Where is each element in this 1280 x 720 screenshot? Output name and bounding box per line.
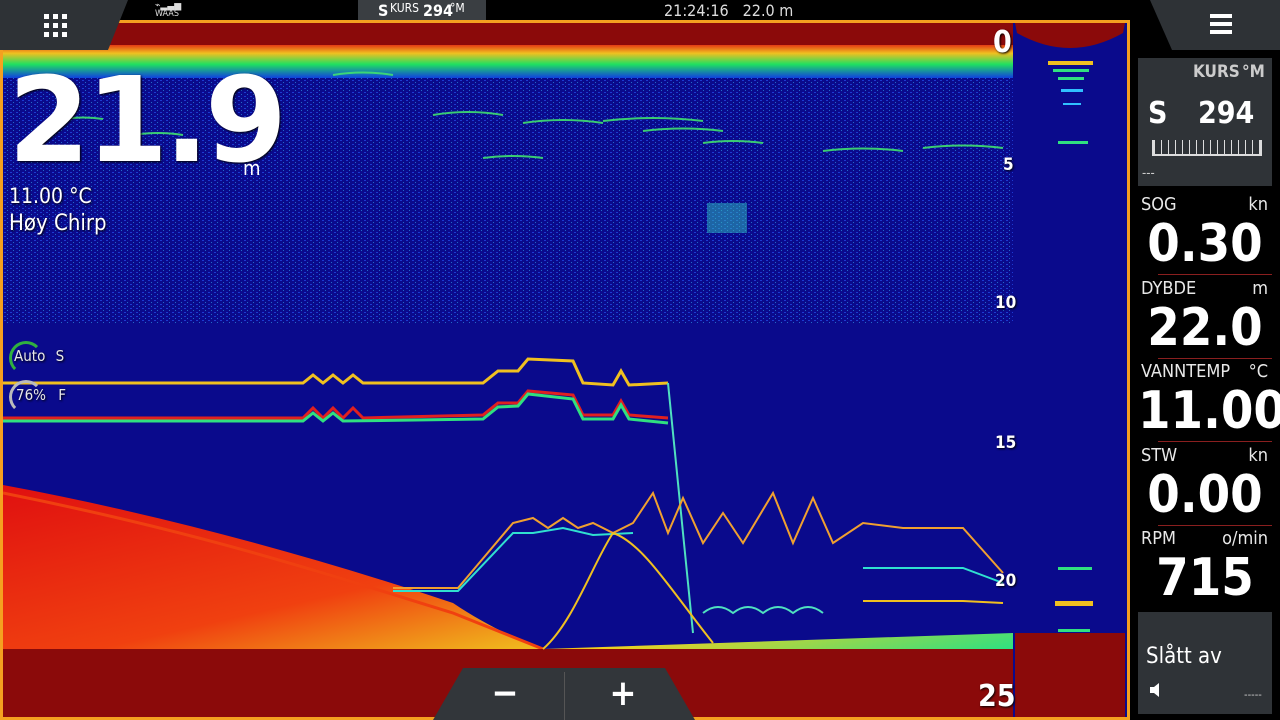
- zoom-in-button[interactable]: +: [573, 670, 673, 718]
- field-unit: kn: [1248, 445, 1268, 466]
- field-value: 22.0: [1147, 298, 1263, 358]
- depth-scale-25: 25: [978, 679, 1016, 714]
- heading-tape: [1152, 140, 1262, 156]
- gain-gauge-icon: [9, 341, 43, 375]
- depth-unit: m: [243, 156, 261, 180]
- heading-label: KURS: [390, 1, 420, 15]
- grid-icon: [44, 13, 67, 37]
- field-label: DYBDE: [1141, 278, 1197, 299]
- heading-box-ref: S: [1148, 96, 1168, 131]
- gps-status: ⌁▂▃▅ WAAS: [155, 1, 181, 19]
- field-divider: [1158, 274, 1272, 275]
- apps-button[interactable]: [0, 0, 128, 50]
- depth-status-readout: 22.0 m: [742, 1, 794, 20]
- time-readout: 21:24:16: [664, 1, 729, 20]
- field-unit: o/min: [1222, 528, 1268, 549]
- heading-readout-top: S KURS 294 °M: [358, 0, 486, 20]
- depth-scale-0: 0: [993, 25, 1012, 60]
- status-bar: [0, 0, 1280, 22]
- depth-scale-15: 15: [995, 433, 1017, 453]
- zoom-out-button[interactable]: −: [455, 670, 555, 718]
- field-label: RPM: [1141, 528, 1176, 549]
- alarm-dashes: -----: [1244, 688, 1262, 701]
- zoom-controls: − +: [433, 668, 695, 720]
- depth-scale-5: 5: [1003, 155, 1014, 175]
- frequency-mode: Høy Chirp: [9, 211, 107, 236]
- water-temp: 11.00 °C: [9, 184, 92, 208]
- depth-digital: 21.9: [8, 51, 287, 189]
- color-control[interactable]: 76% F: [9, 380, 67, 414]
- heading-box-label: KURS: [1193, 62, 1240, 82]
- field-label: STW: [1141, 445, 1178, 466]
- sonar-echogram[interactable]: 21.9 m 11.00 °C Høy Chirp Auto S 76% F 0…: [0, 20, 1130, 720]
- heading-value: 294: [423, 1, 454, 20]
- field-unit: m: [1252, 278, 1268, 299]
- field-label: SOG: [1141, 194, 1177, 215]
- field-value: 0.00: [1147, 465, 1263, 525]
- field-divider: [1158, 358, 1272, 359]
- gain-tag: S: [55, 347, 65, 365]
- field-divider: [1158, 441, 1272, 442]
- color-gauge-icon: [9, 380, 43, 414]
- field-divider: [1158, 525, 1272, 526]
- depth-scale-10: 10: [995, 293, 1017, 313]
- heading-box-value: 294: [1198, 96, 1255, 131]
- heading-box[interactable]: KURS °M S 294 ---: [1138, 58, 1272, 186]
- gain-control[interactable]: Auto S: [9, 341, 65, 375]
- field-value: 715: [1156, 548, 1254, 608]
- field-unit: kn: [1248, 194, 1268, 215]
- sound-alarm-box[interactable]: Slått av -----: [1138, 612, 1272, 714]
- field-value: 0.30: [1147, 214, 1263, 274]
- heading-ref: S: [378, 1, 389, 20]
- alarm-status: Slått av: [1146, 644, 1222, 669]
- field-label: VANNTEMP: [1141, 361, 1231, 382]
- hamburger-icon: [1210, 14, 1232, 34]
- status-clock: 21:24:16 22.0 m: [664, 1, 807, 20]
- heading-box-sub: ---: [1142, 166, 1155, 181]
- depth-scale-20: 20: [995, 571, 1017, 591]
- field-unit: °C: [1248, 361, 1268, 382]
- field-value: 11.00: [1138, 381, 1280, 441]
- color-tag: F: [58, 386, 67, 404]
- gps-label: WAAS: [155, 9, 179, 19]
- speaker-icon: [1150, 683, 1159, 697]
- heading-unit: °M: [450, 1, 465, 15]
- heading-box-unit: °M: [1242, 62, 1265, 82]
- zoom-divider: [564, 672, 565, 720]
